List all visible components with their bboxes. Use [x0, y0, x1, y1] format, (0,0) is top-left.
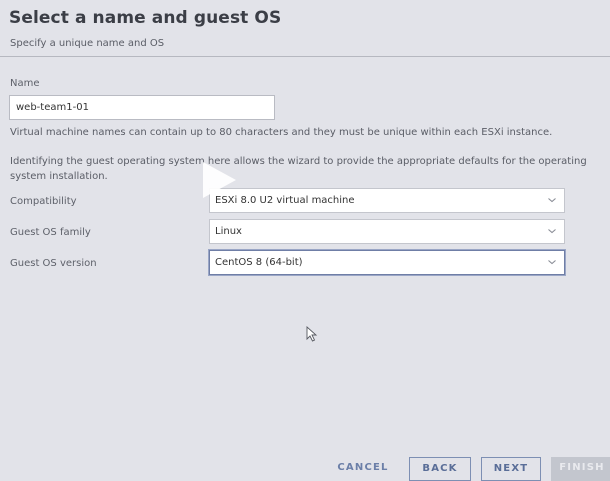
next-button[interactable]: NEXT	[481, 457, 541, 481]
compatibility-label: Compatibility	[10, 196, 77, 207]
guest-os-version-select[interactable]: CentOS 8 (64-bit)	[209, 250, 565, 275]
page-title: Select a name and guest OS	[9, 8, 282, 28]
vm-name-input[interactable]	[9, 95, 275, 120]
guest-os-version-value: CentOS 8 (64-bit)	[215, 257, 303, 268]
cancel-button[interactable]: CANCEL	[330, 457, 396, 481]
finish-button[interactable]: FINISH	[551, 457, 610, 481]
chevron-down-icon	[548, 198, 556, 203]
mouse-cursor-icon	[306, 326, 318, 342]
name-label: Name	[10, 78, 40, 89]
guest-os-family-label: Guest OS family	[10, 227, 91, 238]
guest-os-version-label: Guest OS version	[10, 258, 97, 269]
play-overlay-icon[interactable]	[198, 159, 240, 201]
wizard-header: Select a name and guest OS Specify a uni…	[0, 0, 610, 57]
compatibility-select[interactable]: ESXi 8.0 U2 virtual machine	[209, 188, 565, 213]
page-subtitle: Specify a unique name and OS	[10, 38, 165, 49]
chevron-down-icon	[548, 229, 556, 234]
chevron-down-icon	[548, 260, 556, 265]
guest-os-help-text: Identifying the guest operating system h…	[10, 156, 587, 182]
guest-os-family-select[interactable]: Linux	[209, 219, 565, 244]
guest-os-family-value: Linux	[215, 226, 242, 237]
name-help-text: Virtual machine names can contain up to …	[10, 127, 553, 138]
back-button[interactable]: BACK	[409, 457, 471, 481]
